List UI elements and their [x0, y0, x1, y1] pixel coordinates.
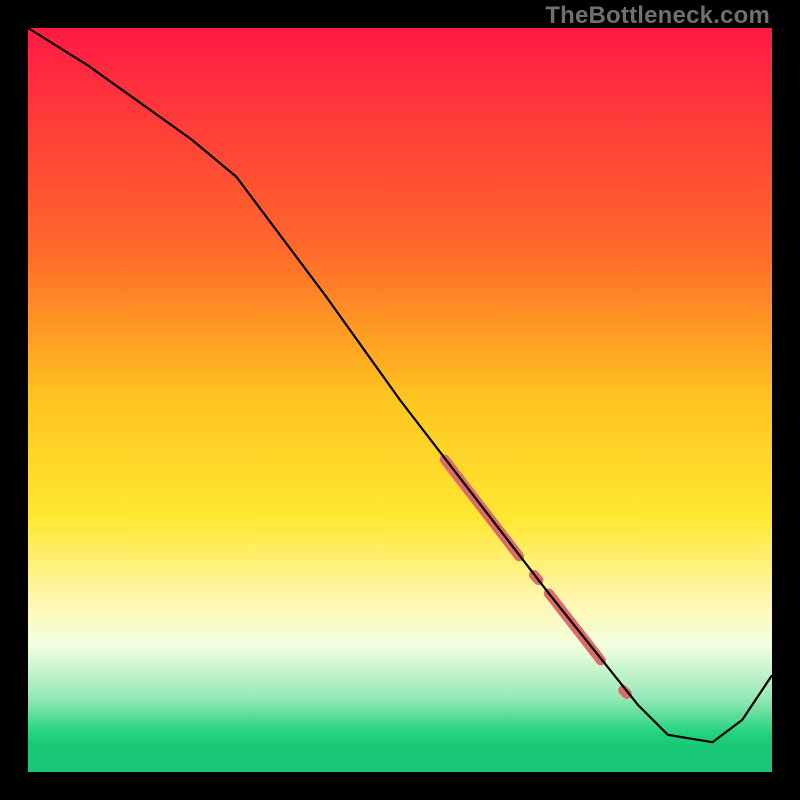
bottleneck-chart — [28, 28, 772, 772]
chart-plot-area — [28, 28, 772, 772]
outer-black-frame: TheBottleneck.com — [0, 0, 800, 800]
watermark-text: TheBottleneck.com — [545, 2, 770, 30]
